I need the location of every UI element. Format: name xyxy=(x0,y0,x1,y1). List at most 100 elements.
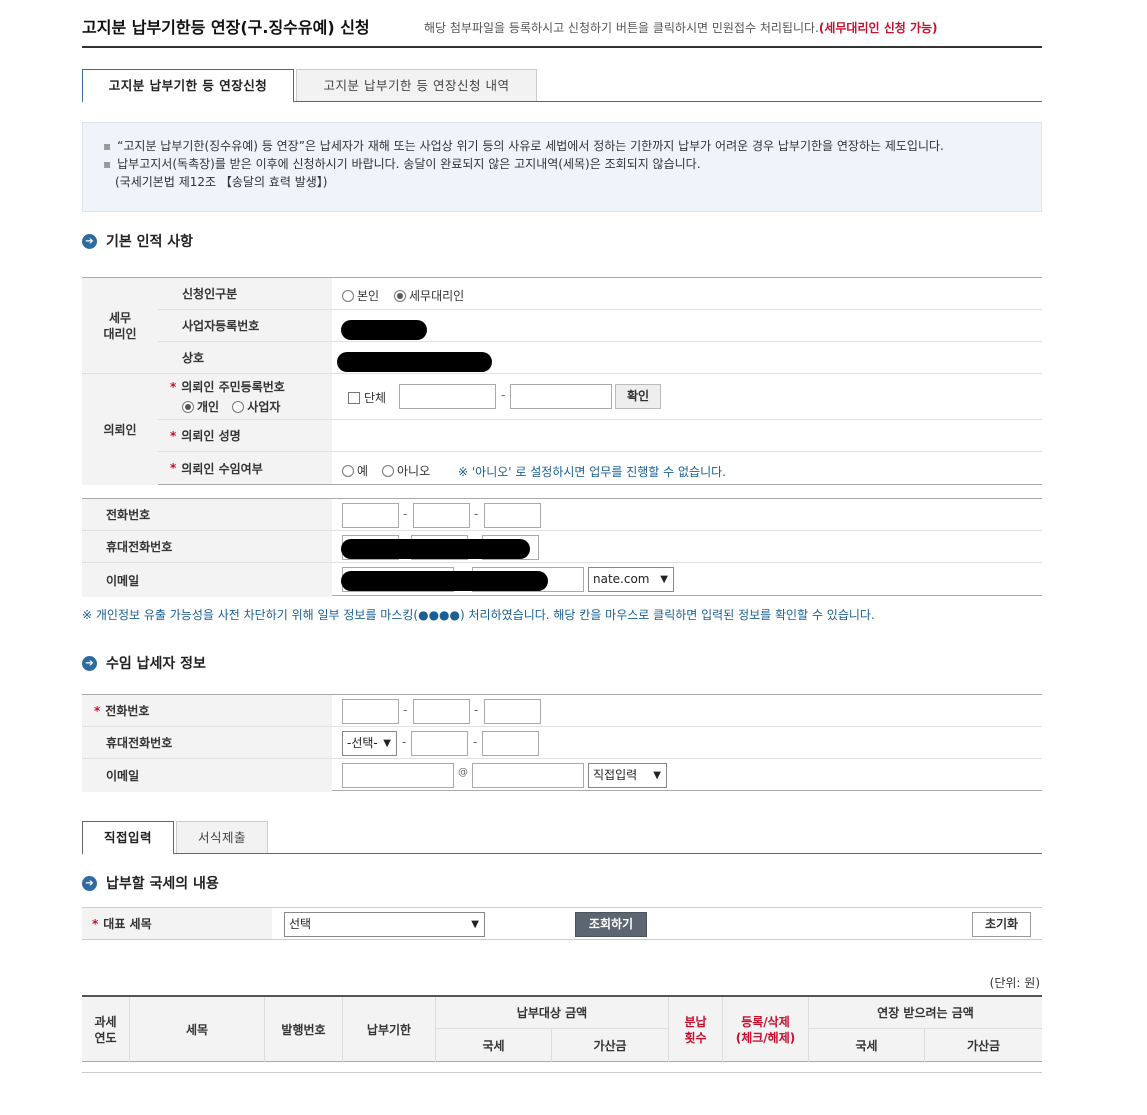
dash: - xyxy=(474,703,479,717)
table-bottom-line xyxy=(82,1072,1042,1073)
client-name-label: 의뢰인 성명 xyxy=(181,429,241,443)
col-tax-item: 세목 xyxy=(130,997,265,1062)
required-mark: * xyxy=(170,428,177,443)
client-accept-row: * 의뢰인 수임여부 예 아니오 ※ '아니오' 로 설정하시면 업무를 진행할 … xyxy=(158,452,1042,485)
tp-phone-1-input[interactable] xyxy=(342,699,399,724)
radio-individual[interactable]: 개인 xyxy=(182,400,219,414)
tp-mobile-3-input[interactable] xyxy=(482,731,539,756)
tab-active-frame xyxy=(82,69,294,103)
col-extend-tax: 국세 xyxy=(809,1029,925,1062)
radio-self[interactable]: 본인 xyxy=(342,287,379,304)
masked-email[interactable] xyxy=(341,571,548,591)
required-mark: * xyxy=(170,380,177,394)
radio-icon xyxy=(342,465,354,477)
dash: - xyxy=(403,507,408,521)
masked-mobile[interactable] xyxy=(341,539,530,559)
tp-mobile-label: 휴대전화번호 xyxy=(82,727,332,758)
radio-business[interactable]: 사업자 xyxy=(232,400,280,414)
masking-note: ※ 개인정보 유출 가능성을 사전 차단하기 위해 일부 정보를 마스킹(●●●… xyxy=(82,608,875,622)
email-domain-select[interactable]: nate.com ▼ xyxy=(588,567,674,592)
col-target-amount: 납부대상 금액 xyxy=(436,997,669,1029)
tp-phone-label: 전화번호 xyxy=(105,704,150,718)
chevron-down-icon: ▼ xyxy=(471,919,479,930)
tax-item-header: * 대표 세목 xyxy=(82,908,272,939)
unit-label: (단위: 원) xyxy=(989,976,1040,990)
tp-phone-3-input[interactable] xyxy=(484,699,541,724)
client-name-row: * 의뢰인 성명 xyxy=(158,420,1042,452)
tp-mobile-2-input[interactable] xyxy=(411,731,468,756)
tax-item-select[interactable]: 선택 ▼ xyxy=(284,912,485,937)
dash: - xyxy=(473,735,478,749)
required-mark: * xyxy=(170,461,177,475)
page-title: 고지분 납부기한등 연장(구.징수유예) 신청 xyxy=(82,18,370,37)
info-line-1: ▪ “고지분 납부기한(징수유예) 등 연장”은 납세자가 재해 또는 사업상 위… xyxy=(103,139,944,153)
client-accept-label: 의뢰인 수임여부 xyxy=(181,461,263,476)
bizno-row: 사업자등록번호 xyxy=(158,310,1042,342)
client-rrn-label: 의뢰인 주민등록번호 xyxy=(181,380,285,394)
chevron-down-icon: ▼ xyxy=(660,574,668,585)
page-description: 해당 첨부파일을 등록하시고 신청하기 버튼을 클릭하시면 민원접수 처리됩니다… xyxy=(424,21,938,35)
col-target-tax: 국세 xyxy=(436,1029,552,1062)
confirm-button[interactable]: 확인 xyxy=(615,384,661,409)
at-sign: @ xyxy=(458,767,468,778)
tp-email-domain-select[interactable]: 직접입력 ▼ xyxy=(588,763,667,788)
masked-company[interactable] xyxy=(337,352,492,372)
mobile-label: 휴대전화번호 xyxy=(82,531,332,562)
tp-phone-header: * 전화번호 xyxy=(82,695,332,726)
phone-row: 전화번호 - - xyxy=(82,499,1042,531)
applicant-type-row: 신청인구분 본인 세무대리인 xyxy=(158,278,1042,310)
input-tab-active-frame xyxy=(82,821,174,855)
tax-item-label: 대표 세목 xyxy=(103,917,152,931)
client-group-label: 의뢰인 xyxy=(82,374,158,485)
section-taxpayer-info: ➔ 수임 납세자 정보 xyxy=(82,653,206,673)
accept-warning: ※ '아니오' 로 설정하시면 업무를 진행할 수 없습니다. xyxy=(458,465,726,479)
tp-mobile-prefix-select[interactable]: -선택- ▼ xyxy=(342,731,397,756)
arrow-circle-icon: ➔ xyxy=(82,875,97,891)
search-button[interactable]: 조회하기 xyxy=(575,912,647,937)
radio-tax-agent[interactable]: 세무대리인 xyxy=(394,287,464,304)
radio-accept-yes[interactable]: 예 xyxy=(342,462,368,479)
radio-accept-no[interactable]: 아니오 xyxy=(382,462,430,479)
section-tax-content: ➔ 납부할 국세의 내용 xyxy=(82,873,219,893)
radio-selected-icon xyxy=(182,401,194,413)
masked-bizno[interactable] xyxy=(341,320,427,340)
tax-search-row: * 대표 세목 선택 ▼ 조회하기 초기화 xyxy=(82,907,1042,940)
reset-button[interactable]: 초기화 xyxy=(972,912,1031,937)
phone-2-input[interactable] xyxy=(413,503,470,528)
result-table-header: 과세 연도 세목 발행번호 납부기한 납부대상 금액 국세 가산금 분납 횟수 … xyxy=(82,995,1042,1062)
tab-extension-history[interactable]: 고지분 납부기한 등 연장신청 내역 xyxy=(296,69,537,102)
email-row: 이메일 nate.com ▼ xyxy=(82,563,1042,597)
tp-email-id-input[interactable] xyxy=(342,763,454,788)
bizno-label: 사업자등록번호 xyxy=(158,310,332,341)
radio-selected-icon xyxy=(394,290,406,302)
rrn-second-input[interactable] xyxy=(510,384,612,409)
col-due-date: 납부기한 xyxy=(343,997,436,1062)
tp-email-row: 이메일 @ 직접입력 ▼ xyxy=(82,759,1042,792)
client-rrn-row: * 의뢰인 주민등록번호 개인 사업자 단체 - 확인 xyxy=(158,374,1042,420)
company-label: 상호 xyxy=(158,342,332,373)
taxpayer-table: * 전화번호 - - 휴대전화번호 -선택- ▼ - - 이메일 @ 직접입력 ▼ xyxy=(82,694,1042,792)
rrn-first-input[interactable] xyxy=(399,384,496,409)
tp-mobile-row: 휴대전화번호 -선택- ▼ - - xyxy=(82,727,1042,759)
tp-phone-row: * 전화번호 - - xyxy=(82,695,1042,727)
chevron-down-icon: ▼ xyxy=(653,770,661,781)
arrow-circle-icon: ➔ xyxy=(82,655,97,671)
header-divider xyxy=(82,46,1042,48)
tp-phone-2-input[interactable] xyxy=(413,699,470,724)
phone-1-input[interactable] xyxy=(342,503,399,528)
col-installments: 분납 횟수 xyxy=(669,997,723,1062)
client-name-header: * 의뢰인 성명 xyxy=(158,420,332,451)
tab-form-submit[interactable]: 서식제출 xyxy=(176,821,268,854)
radio-icon xyxy=(342,290,354,302)
info-line-3: (국세기본법 제12조 【송달의 효력 발생】) xyxy=(115,175,328,189)
mobile-row: 휴대전화번호 xyxy=(82,531,1042,563)
tp-email-domain-input[interactable] xyxy=(472,763,584,788)
col-issue-no: 발행번호 xyxy=(265,997,343,1062)
col-register-delete: 등록/삭제 (체크/해제) xyxy=(723,997,809,1062)
phone-3-input[interactable] xyxy=(484,503,541,528)
dash: - xyxy=(403,703,408,717)
group-checkbox[interactable]: 단체 xyxy=(348,389,386,406)
checkbox-icon xyxy=(348,392,360,404)
section-basic-info: ➔ 기본 인적 사항 xyxy=(82,231,193,251)
col-tax-year: 과세 연도 xyxy=(82,997,130,1062)
